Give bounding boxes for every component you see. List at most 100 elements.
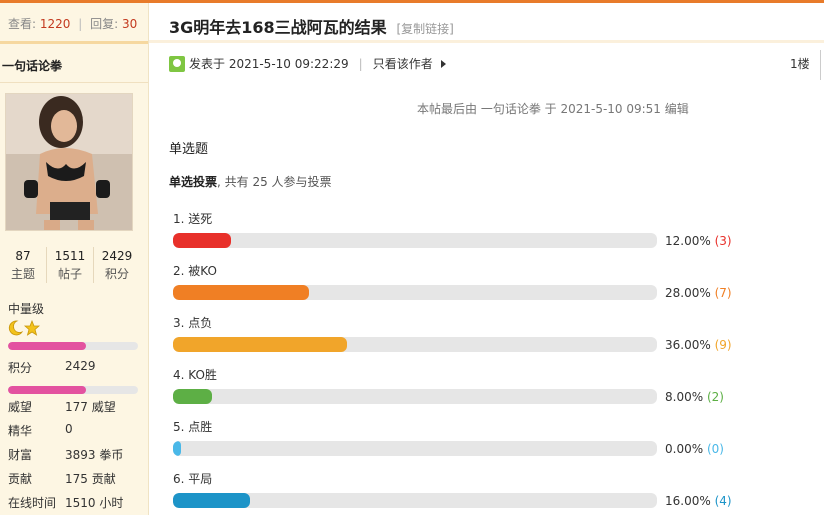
star-icon — [23, 319, 41, 336]
poll-option-count: (7) — [714, 286, 732, 300]
count-credits-value: 2429 — [101, 249, 133, 263]
post-info-separator: | — [358, 56, 363, 71]
replies-label: 回复: — [90, 17, 119, 31]
last-edit-note: 本帖最后由 一句话论拳 于 2021-5-10 09:51 编辑 — [417, 102, 689, 116]
stat-key: 贡献 — [8, 472, 33, 486]
poll-option-fill — [173, 389, 212, 404]
author-sidebar: 查看: 1220 | 回复: 30 一句话论拳 87 主题 1511 帖子 24… — [0, 3, 149, 515]
user-level[interactable]: 中量级 — [8, 300, 44, 317]
poll-option-count: (4) — [714, 494, 732, 508]
poll-option-result: 8.00% (2) — [665, 390, 724, 404]
poll-option-percent: 0.00% — [665, 442, 707, 456]
poll-option-label: 3. 点负 — [173, 316, 213, 330]
poll-option-count: (0) — [706, 442, 724, 456]
poll-option-bar — [173, 389, 657, 404]
poll-option-percent: 28.00% — [665, 286, 715, 300]
poll-option-result: 16.00% (4) — [665, 494, 732, 508]
poll-option-label: 5. 点胜 — [173, 420, 213, 434]
moon-icon — [8, 320, 24, 336]
count-topics-label: 主题 — [10, 267, 35, 281]
author-name[interactable]: 一句话论拳 — [2, 57, 62, 74]
only-author-link[interactable]: 只看该作者 — [373, 55, 433, 72]
poll-header: 单选投票, 共有 25 人参与投票 — [169, 173, 332, 190]
stat-value: 1510 小时 — [65, 496, 124, 510]
stat-value: 2429 — [65, 359, 96, 373]
poll-option-result: 36.00% (9) — [665, 338, 732, 352]
floor-number[interactable]: 1楼 — [790, 55, 810, 72]
author-divider — [0, 82, 148, 83]
poll-option-fill — [173, 233, 232, 248]
stat-key: 财富 — [8, 448, 33, 462]
poll-option-result: 28.00% (7) — [665, 286, 732, 300]
poll-option-bar — [173, 493, 657, 508]
credit-progress-fill — [8, 386, 86, 394]
thread-title: 3G明年去168三战阿瓦的结果 — [169, 18, 387, 37]
poll-option-result: 0.00% (0) — [665, 442, 724, 456]
thread-header: 3G明年去168三战阿瓦的结果 [复制链接] — [169, 14, 454, 38]
count-posts-value: 1511 — [54, 249, 86, 263]
poll-option-label: 2. 被KO — [173, 264, 217, 278]
poll-option-label: 1. 送死 — [173, 212, 213, 226]
stat-row-credits: 积分 2429 — [8, 359, 96, 376]
count-topics-value: 87 — [15, 249, 31, 263]
stats-separator: | — [78, 17, 83, 31]
stat-row-wealth: 财富 3893 拳币 — [8, 446, 123, 463]
poll-option-percent: 16.00% — [665, 494, 715, 508]
thread-stats: 查看: 1220 | 回复: 30 — [8, 15, 137, 32]
stat-value: 177 威望 — [65, 400, 116, 414]
count-credits-label: 积分 — [104, 267, 129, 281]
stat-key: 在线时间 — [8, 496, 57, 510]
stat-value: 0 — [65, 422, 73, 436]
poll-option-percent: 8.00% — [665, 390, 707, 404]
poll-summary: , 共有 25 人参与投票 — [217, 175, 332, 189]
credit-progress-bar — [8, 386, 138, 394]
poll-option-fill — [173, 441, 181, 456]
count-credits[interactable]: 2429 积分 — [94, 247, 140, 283]
poll-option-count: (9) — [714, 338, 732, 352]
replies-count: 30 — [122, 17, 138, 31]
views-count: 1220 — [39, 17, 71, 31]
stat-value: 175 贡献 — [65, 472, 116, 486]
poll-option-count: (2) — [706, 390, 724, 404]
stat-key: 精华 — [8, 424, 33, 438]
poll-option-bar — [173, 441, 657, 456]
stat-key: 积分 — [8, 361, 33, 375]
level-progress-bar — [8, 342, 138, 350]
poll-option-label: 4. KO胜 — [173, 368, 217, 382]
stat-key: 威望 — [8, 400, 33, 414]
poll-option-bar — [173, 337, 657, 352]
avatar[interactable] — [5, 93, 133, 231]
poll-option-percent: 36.00% — [665, 338, 715, 352]
sidebar-divider — [0, 41, 148, 44]
copy-link-button[interactable]: [复制链接] — [397, 22, 454, 36]
level-progress-fill — [8, 342, 86, 350]
question-type: 单选题 — [169, 142, 209, 157]
count-posts[interactable]: 1511 帖子 — [47, 247, 94, 283]
floor-divider — [820, 50, 821, 80]
poll-type: 单选投票 — [169, 175, 218, 189]
post-info-bar: 发表于 2021-5-10 09:22:29 | 只看该作者 — [169, 55, 446, 72]
poll-option-fill — [173, 285, 309, 300]
post-time: 发表于 2021-5-10 09:22:29 — [189, 57, 349, 71]
stat-row-online-time: 在线时间 1510 小时 — [8, 494, 123, 511]
level-icons — [8, 319, 41, 339]
stat-row-digest: 精华 0 — [8, 422, 73, 439]
poll-option-label: 6. 平局 — [173, 472, 213, 486]
poll-option-result: 12.00% (3) — [665, 234, 732, 248]
poll-option-fill — [173, 337, 348, 352]
online-status-icon — [169, 55, 185, 72]
play-arrow-icon[interactable] — [440, 59, 446, 68]
views-label: 查看: — [8, 17, 37, 31]
poll-option-fill — [173, 493, 251, 508]
poll-option-bar — [173, 285, 657, 300]
poll-option-percent: 12.00% — [665, 234, 715, 248]
author-counts: 87 主题 1511 帖子 2429 积分 — [0, 247, 148, 283]
stat-row-contribution: 贡献 175 贡献 — [8, 470, 116, 487]
count-topics[interactable]: 87 主题 — [0, 247, 47, 283]
poll-option-bar — [173, 233, 657, 248]
stat-row-prestige: 威望 177 威望 — [8, 398, 116, 415]
poll-option-count: (3) — [714, 234, 732, 248]
header-divider — [149, 40, 824, 43]
stat-value: 3893 拳币 — [65, 448, 124, 462]
count-posts-label: 帖子 — [57, 267, 82, 281]
